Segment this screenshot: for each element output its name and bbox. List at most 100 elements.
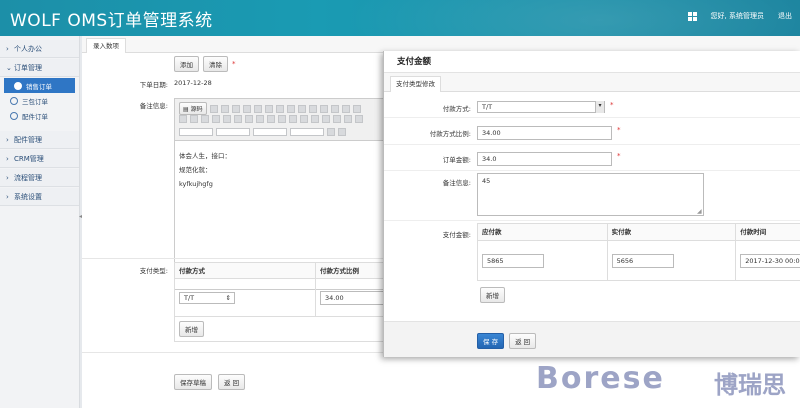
sidebar-item-parts[interactable]: › 配件管理 xyxy=(0,131,79,149)
logout-link[interactable]: 退出 xyxy=(778,11,792,21)
grid-icon[interactable] xyxy=(687,11,697,21)
sidebar-item-workflow[interactable]: › 流程管理 xyxy=(0,169,79,187)
pay-method-select[interactable]: T/T ⇕ xyxy=(179,291,235,304)
resize-handle-icon[interactable]: ◢ xyxy=(697,208,702,215)
style-select[interactable] xyxy=(179,128,213,136)
pay-ratio-input[interactable]: 34.00 xyxy=(320,290,384,305)
anchor-icon[interactable] xyxy=(333,115,341,123)
dialog-pay-method-select[interactable]: T/T ▾ xyxy=(477,101,605,113)
sidebar-item-personal[interactable]: › 个人办公 xyxy=(0,40,79,58)
sidebar-subitem-parts-order[interactable]: 配件订单 xyxy=(0,108,79,123)
paste-icon[interactable] xyxy=(264,104,273,113)
form-row-ratio: 付款方式比例: 34.00 * xyxy=(384,121,800,145)
save-draft-button[interactable]: 保存草稿 xyxy=(174,374,212,390)
due-input[interactable]: 5865 xyxy=(482,254,544,268)
back-button[interactable]: 返 回 xyxy=(218,374,246,390)
remark-label: 备注信息: xyxy=(139,102,168,110)
paste-word-icon[interactable] xyxy=(286,104,295,113)
size-select[interactable] xyxy=(290,128,324,136)
sidebar-subitem-label: 销售订单 xyxy=(26,82,52,91)
clear-button[interactable]: 清除 xyxy=(203,56,228,72)
print-icon[interactable] xyxy=(297,104,306,113)
link-icon[interactable] xyxy=(322,115,330,123)
source-icon: ▤ xyxy=(183,106,191,113)
chevron-right-icon: › xyxy=(6,135,9,144)
tab-entry[interactable]: 录入数项 xyxy=(86,38,126,53)
bold-icon[interactable] xyxy=(179,115,187,123)
new-row-button[interactable]: 新增 xyxy=(179,321,204,337)
align-right-icon[interactable] xyxy=(311,115,319,123)
required-mark: * xyxy=(610,101,614,109)
strike-icon[interactable] xyxy=(212,115,220,123)
bullet-list-icon[interactable] xyxy=(234,115,242,123)
sidebar-item-label: 个人办公 xyxy=(14,44,42,53)
dropdown-arrow-icon: ▾ xyxy=(595,101,604,113)
sidebar-subitem-sales-order[interactable]: 销售订单 xyxy=(4,78,75,93)
pay-amount-label: 支付金额: xyxy=(442,231,471,239)
order-date-label: 下单日期: xyxy=(139,81,168,89)
pay-time-input[interactable]: 2017-12-30 00:00:0 xyxy=(740,254,800,268)
col-header-due: 应付款 xyxy=(482,228,502,236)
font-select[interactable] xyxy=(253,128,287,136)
save-icon[interactable] xyxy=(209,104,218,113)
user-greeting[interactable]: 您好, 系统管理员 xyxy=(711,11,764,21)
dialog-pay-method-value: T/T xyxy=(482,103,493,111)
form-row-pay-amount: 支付金额: 应付款 实付款 付款时间 5865 5656 2017-12-30 … xyxy=(384,221,800,309)
tab-pay-type-edit[interactable]: 支付类型修改 xyxy=(390,76,441,92)
outdent-icon[interactable] xyxy=(245,115,253,123)
dialog-amount-input[interactable]: 34.0 xyxy=(477,152,612,166)
replace-icon[interactable] xyxy=(341,104,350,113)
dialog-ratio-input[interactable]: 34.00 xyxy=(477,126,612,140)
sidebar-item-settings[interactable]: › 系统设置 xyxy=(0,188,79,206)
text-color-icon[interactable] xyxy=(327,128,335,136)
paste-text-icon[interactable] xyxy=(275,104,284,113)
source-button[interactable]: ▤ 源码 xyxy=(179,102,207,115)
dialog-footer: 保 存 返 回 xyxy=(384,321,800,357)
table-header: 应付款 实付款 付款时间 xyxy=(478,224,800,241)
top-bar: WOLF OMS订单管理系统 您好, 系统管理员 退出 xyxy=(0,0,800,36)
dialog-save-button[interactable]: 保 存 xyxy=(477,333,505,349)
new-page-icon[interactable] xyxy=(220,104,229,113)
add-button[interactable]: 添加 xyxy=(174,56,199,72)
paid-input[interactable]: 5656 xyxy=(611,254,674,268)
dialog-back-button[interactable]: 返 回 xyxy=(509,333,537,349)
form-row-pay-method: 付款方式: T/T ▾ * xyxy=(384,95,800,118)
undo-icon[interactable] xyxy=(308,104,317,113)
superscript-icon[interactable] xyxy=(278,115,286,123)
sidebar-item-orders[interactable]: ⌄ 订单管理 xyxy=(0,59,79,77)
align-center-icon[interactable] xyxy=(300,115,308,123)
chevron-right-icon: › xyxy=(6,44,9,53)
sidebar-item-label: 系统设置 xyxy=(14,192,42,201)
pay-type-label: 支付类型: xyxy=(139,267,168,275)
italic-icon[interactable] xyxy=(190,115,198,123)
copy-icon[interactable] xyxy=(253,104,262,113)
numbered-list-icon[interactable] xyxy=(223,115,231,123)
redo-icon[interactable] xyxy=(319,104,328,113)
sidebar-item-crm[interactable]: › CRM管理 xyxy=(0,150,79,168)
select-arrows-icon: ⇕ xyxy=(225,293,231,302)
sidebar-subitem-label: 三包订单 xyxy=(22,97,48,106)
cut-icon[interactable] xyxy=(242,104,251,113)
preview-icon[interactable] xyxy=(231,104,240,113)
underline-icon[interactable] xyxy=(201,115,209,123)
col-header-paid: 实付款 xyxy=(606,224,736,240)
select-all-icon[interactable] xyxy=(352,104,361,113)
dialog-title: 支付金额 xyxy=(384,51,800,73)
form-row-amount: 订单金额: 34.0 * xyxy=(384,147,800,171)
circle-icon xyxy=(14,81,22,90)
amount-label: 订单金额: xyxy=(442,156,471,164)
bg-color-icon[interactable] xyxy=(338,128,346,136)
align-left-icon[interactable] xyxy=(289,115,297,123)
sidebar-subitem-warranty-order[interactable]: 三包订单 xyxy=(0,93,79,108)
pay-method-value: T/T xyxy=(184,293,195,302)
table-icon[interactable] xyxy=(355,115,363,123)
format-select[interactable] xyxy=(216,128,250,136)
image-icon[interactable] xyxy=(344,115,352,123)
find-icon[interactable] xyxy=(330,104,339,113)
dialog-remark-textarea[interactable]: 45 xyxy=(477,173,704,216)
form-row-remark: 备注信息: 45 ◢ xyxy=(384,171,800,221)
subscript-icon[interactable] xyxy=(267,115,275,123)
indent-icon[interactable] xyxy=(256,115,264,123)
table-row: 5865 5656 2017-12-30 00:00:0 xyxy=(478,241,800,281)
dialog-new-row-button[interactable]: 新增 xyxy=(480,287,505,303)
